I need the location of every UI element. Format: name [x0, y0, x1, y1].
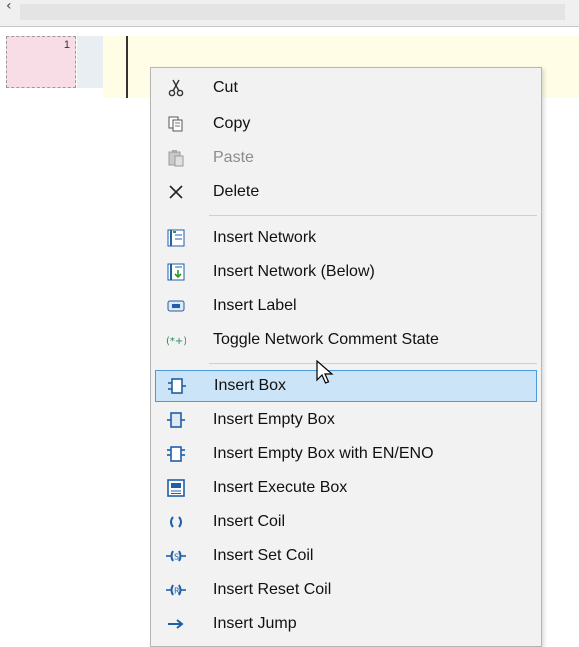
- menu-item-cut[interactable]: Cut: [155, 72, 537, 104]
- box-icon: [164, 376, 190, 396]
- menu-item-label: Delete: [213, 183, 260, 200]
- menu-item-label: Toggle Network Comment State: [213, 331, 439, 348]
- menu-separator: [209, 215, 537, 216]
- menu-item-insert-empty-box-en-eno[interactable]: Insert Empty Box with EN/ENO: [155, 438, 537, 470]
- menu-item-label: Copy: [213, 115, 251, 132]
- network-number: 1: [63, 39, 70, 51]
- paste-icon: [163, 148, 189, 168]
- network-number-cell[interactable]: 1: [6, 36, 76, 88]
- scrollbar-track[interactable]: [20, 4, 565, 20]
- menu-item-label: Insert Box: [214, 377, 287, 394]
- menu-item-label: Insert Set Coil: [213, 547, 314, 564]
- menu-item-toggle-comment[interactable]: (*+) Toggle Network Comment State: [155, 324, 537, 356]
- empty-box-icon: [163, 410, 189, 430]
- menu-item-label: Insert Label: [213, 297, 297, 314]
- menu-item-insert-reset-coil[interactable]: R Insert Reset Coil: [155, 574, 537, 606]
- menu-item-delete[interactable]: Delete: [155, 176, 537, 208]
- menu-item-insert-network[interactable]: Insert Network: [155, 222, 537, 254]
- set-coil-icon: S: [163, 546, 189, 566]
- menu-item-copy[interactable]: Copy: [155, 108, 537, 140]
- delete-icon: [163, 182, 189, 202]
- menu-item-paste[interactable]: Paste: [155, 142, 537, 174]
- box-en-eno-icon: [163, 444, 189, 464]
- menu-item-label: Insert Network (Below): [213, 263, 375, 280]
- copy-icon: [163, 114, 189, 134]
- menu-item-insert-label[interactable]: Insert Label: [155, 290, 537, 322]
- svg-text:(*+): (*+): [166, 336, 186, 346]
- menu-item-insert-box[interactable]: Insert Box: [155, 370, 537, 402]
- menu-item-insert-network-below[interactable]: Insert Network (Below): [155, 256, 537, 288]
- menu-item-label: Insert Empty Box: [213, 411, 335, 428]
- insert-network-below-icon: [163, 262, 189, 282]
- insert-network-icon: [163, 228, 189, 248]
- menu-separator: [209, 363, 537, 364]
- menu-item-insert-coil[interactable]: Insert Coil: [155, 506, 537, 538]
- jump-icon: [163, 614, 189, 634]
- menu-item-insert-execute-box[interactable]: Insert Execute Box: [155, 472, 537, 504]
- menu-item-label: Insert Network: [213, 229, 317, 246]
- menu-item-insert-jump[interactable]: Insert Jump: [155, 608, 537, 640]
- svg-text:S: S: [174, 553, 179, 562]
- scroll-left-icon[interactable]: ‹: [6, 0, 12, 14]
- menu-item-label: Insert Empty Box with EN/ENO: [213, 445, 434, 462]
- horizontal-scrollbar[interactable]: ‹: [0, 0, 579, 27]
- reset-coil-icon: R: [163, 580, 189, 600]
- coil-icon: [163, 512, 189, 532]
- menu-item-label: Paste: [213, 149, 254, 166]
- execute-box-icon: [163, 478, 189, 498]
- menu-item-insert-set-coil[interactable]: S Insert Set Coil: [155, 540, 537, 572]
- left-power-rail: [126, 36, 128, 98]
- mouse-pointer-icon: [316, 359, 336, 391]
- context-menu: Cut Copy Paste Delete Insert Network Ins…: [150, 67, 542, 647]
- menu-item-insert-empty-box[interactable]: Insert Empty Box: [155, 404, 537, 436]
- menu-item-label: Insert Coil: [213, 513, 286, 530]
- menu-item-label: Insert Execute Box: [213, 479, 348, 496]
- scissors-icon: [163, 78, 189, 98]
- menu-item-label: Cut: [213, 79, 238, 96]
- menu-item-label: Insert Reset Coil: [213, 581, 332, 598]
- comment-toggle-icon: (*+): [163, 330, 189, 350]
- menu-item-label: Insert Jump: [213, 615, 297, 632]
- network-gutter: [77, 36, 105, 88]
- insert-label-icon: [163, 296, 189, 316]
